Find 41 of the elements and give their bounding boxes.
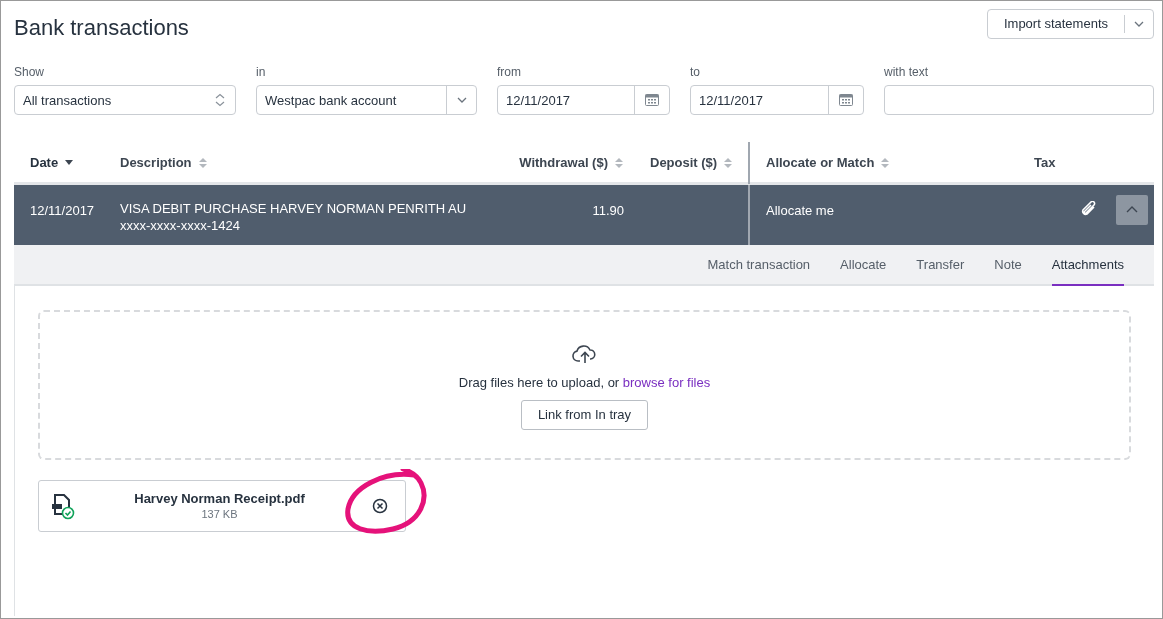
file-name: Harvey Norman Receipt.pdf [133,491,306,508]
tab[interactable]: Note [994,245,1022,287]
column-header[interactable]: Date [30,153,59,173]
date-field[interactable]: 12/11/2017 [497,85,670,116]
column-header: Tax [1034,154,1056,173]
calendar-icon [644,92,660,109]
tab[interactable]: Allocate [840,245,887,287]
close-icon [372,498,388,515]
import-statements-button[interactable]: Import statements [986,9,1154,39]
account-text: xxxx-xxxx-xxxx-1424 [120,217,241,234]
browse-link[interactable]: browse for files [622,374,711,390]
column-header[interactable]: Deposit ($) [650,153,718,173]
column-header[interactable]: Description [120,153,192,173]
column-header[interactable]: Withdrawal ($) [519,153,608,173]
sort-icon [213,92,227,109]
select-field[interactable]: All transactions [14,85,236,116]
collapse-button[interactable] [1116,195,1148,226]
remove-button[interactable] [372,498,388,515]
calendar-icon [838,92,854,109]
dropdown-field[interactable]: Westpac bank account [256,85,477,116]
description-text: VISA DEBIT PURCHASE HARVEY NORMAN PENRITH AU [120,201,468,218]
file-size: 137 KB [200,507,239,522]
tab[interactable]: Match transaction [707,245,811,287]
date-text: 12/11/2017 [30,203,95,219]
drop-zone[interactable]: Drag files here to upload, or browse for files Link from In tray [38,310,1131,461]
transaction-row[interactable]: 12/11/2017 VISA DEBIT PURCHASE HARVEY NORMAN PENRITH AU xxxx-xxxx-xxxx-1424 11.90 Allocate me [14,185,1154,246]
link-from-in-tray-button[interactable]: Link from In tray [520,400,649,430]
tab[interactable]: Attachments [1051,245,1124,287]
tab[interactable]: Transfer [916,245,965,287]
text-field[interactable] [884,85,1154,116]
upload-instructions: Drag files here to upload, or browse for files [458,374,711,390]
field-label: in [256,64,267,82]
column-header[interactable]: Allocate or Match [766,153,875,173]
amount-text: 11.90 [592,203,624,219]
allocate-text: Allocate me [766,202,835,221]
field-label: to [690,64,701,82]
date-field[interactable]: 12/11/2017 [690,85,864,116]
field-label: with text [884,64,929,82]
page-title: Bank transactions [14,15,189,42]
field-label: from [497,64,522,82]
field-label: Show [14,64,46,82]
